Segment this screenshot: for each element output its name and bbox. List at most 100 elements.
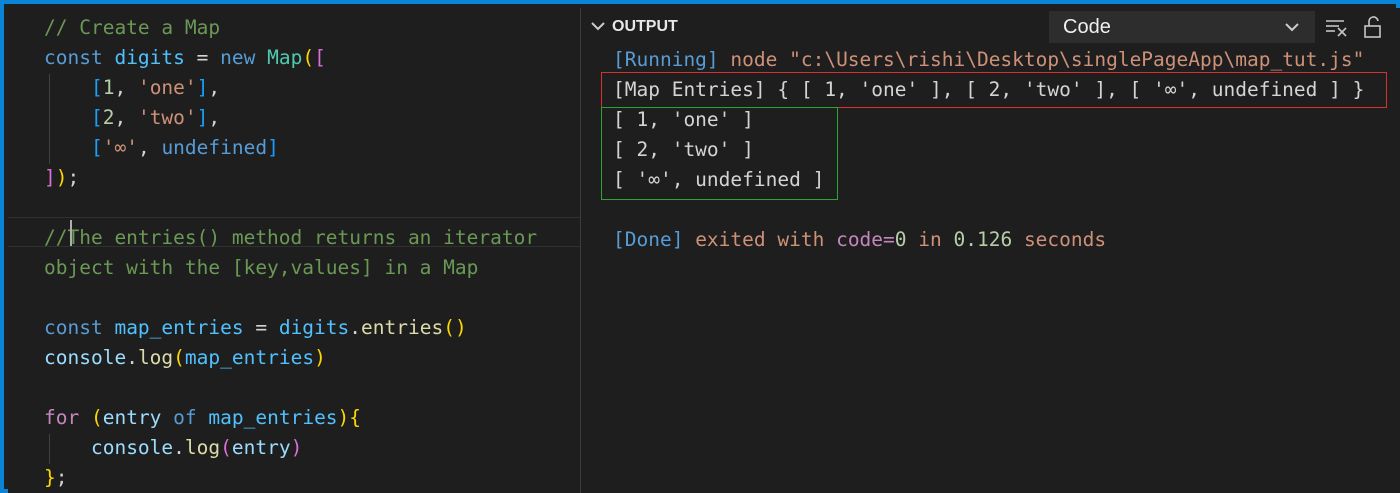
output-token: 0	[894, 228, 907, 251]
code-token: 1	[102, 76, 115, 99]
code-token: 'two'	[137, 106, 197, 129]
code-token: =	[184, 46, 221, 69]
code-token: (	[302, 46, 315, 69]
code-line: //The entries() method returns an iterat…	[44, 223, 537, 253]
code-token: ()	[443, 316, 467, 339]
code-token: const	[44, 46, 115, 69]
code-token: (	[173, 346, 185, 369]
code-token: .	[349, 316, 362, 339]
code-token: entries	[361, 316, 444, 339]
code-token: =	[243, 316, 279, 339]
code-token: ]	[196, 106, 209, 129]
code-token: .	[126, 346, 138, 369]
code-token: ,	[137, 136, 162, 159]
code-token: log	[137, 346, 174, 369]
code-line: };	[44, 463, 68, 493]
text-cursor	[70, 220, 72, 246]
code-token: console	[44, 346, 127, 369]
app-window: // Create a Map const digits = new Map([ …	[0, 0, 1400, 493]
code-token: {	[349, 406, 362, 429]
code-token: ,	[114, 106, 138, 129]
code-line: ]);	[44, 163, 79, 193]
code-line: ['∞', undefined]	[44, 133, 279, 163]
code-token: (	[90, 406, 103, 429]
code-token: entry	[102, 406, 174, 429]
code-token: of	[173, 406, 209, 429]
output-token: node "c:\Users\rishi\Desktop\singlePageA…	[718, 48, 1365, 71]
code-token: ,	[208, 76, 221, 99]
code-editor[interactable]: // Create a Map const digits = new Map([ …	[8, 8, 580, 493]
code-token: //The entries() method returns an iterat…	[44, 226, 538, 249]
code-token: [	[90, 136, 103, 159]
code-token: ]	[267, 136, 279, 159]
code-token: '∞'	[102, 136, 138, 159]
output-line: [Running] node "c:\Users\rishi\Desktop\s…	[613, 45, 1364, 75]
output-panel: OUTPUT Code [Running] node "c:\Users\ris…	[581, 8, 1400, 493]
code-line: object with the [key,values] in a Map	[44, 253, 478, 283]
code-token: ,	[208, 106, 221, 129]
output-token: 0.126	[953, 228, 1013, 251]
chevron-down-icon[interactable]	[588, 16, 608, 36]
code-line: console.log(map_entries)	[44, 343, 326, 373]
code-token: )	[314, 346, 326, 369]
code-token: [	[90, 76, 103, 99]
code-token: ;	[67, 166, 80, 189]
output-line: [Done] exited with code=0 in 0.126 secon…	[613, 225, 1106, 255]
clear-output-icon[interactable]	[1324, 16, 1348, 38]
code-token: )	[55, 166, 68, 189]
code-token: ,	[114, 76, 138, 99]
code-token: ;	[55, 466, 68, 489]
code-token: map_entries	[184, 346, 315, 369]
code-token: map_entries	[114, 316, 244, 339]
code-line: console.log(entry)	[44, 433, 302, 463]
output-token: in	[906, 228, 954, 251]
code-token: Map	[267, 46, 303, 69]
code-token: digits	[278, 316, 350, 339]
code-token: new	[220, 46, 268, 69]
panel-title: OUTPUT	[612, 18, 678, 35]
code-token: [	[314, 46, 326, 69]
code-line: [2, 'two'],	[44, 103, 220, 133]
code-token: for	[44, 406, 91, 429]
code-token: console	[90, 436, 174, 459]
code-token: [	[90, 106, 103, 129]
code-line: // Create a Map	[44, 13, 220, 43]
code-token: undefined	[161, 136, 268, 159]
output-token: seconds	[1012, 228, 1107, 251]
output-channel-value: Code	[1063, 16, 1111, 38]
code-line: const map_entries = digits.entries()	[44, 313, 467, 343]
output-token: code=	[836, 228, 895, 251]
output-token: [Done]	[613, 228, 684, 251]
output-token: exited with	[683, 228, 837, 251]
code-token: // Create a Map	[44, 16, 221, 39]
code-token: object with the [key,values] in a Map	[44, 256, 479, 279]
code-token: ]	[196, 76, 209, 99]
code-token: map_entries	[208, 406, 338, 429]
code-token: const	[44, 316, 115, 339]
highlight-box-map-entries	[601, 72, 1387, 108]
code-token: )	[290, 436, 303, 459]
code-token: .	[173, 436, 185, 459]
code-token: ]	[44, 166, 56, 189]
code-token: entry	[231, 436, 291, 459]
output-token: [Running]	[613, 48, 719, 71]
code-token: (	[220, 436, 232, 459]
code-token: 'one'	[137, 76, 197, 99]
code-token: 2	[102, 106, 115, 129]
code-token: )	[337, 406, 350, 429]
code-line: [1, 'one'],	[44, 73, 220, 103]
code-line: const digits = new Map([	[44, 43, 326, 73]
code-token: digits	[114, 46, 185, 69]
lock-icon[interactable]	[1361, 16, 1385, 38]
code-token: }	[44, 466, 56, 489]
chevron-down-icon	[1285, 23, 1299, 32]
code-line: for (entry of map_entries){	[44, 403, 361, 433]
code-token: log	[184, 436, 221, 459]
panel-header: OUTPUT Code	[581, 8, 1400, 46]
highlight-box-loop-output	[601, 107, 838, 200]
output-channel-select[interactable]: Code	[1049, 11, 1315, 43]
